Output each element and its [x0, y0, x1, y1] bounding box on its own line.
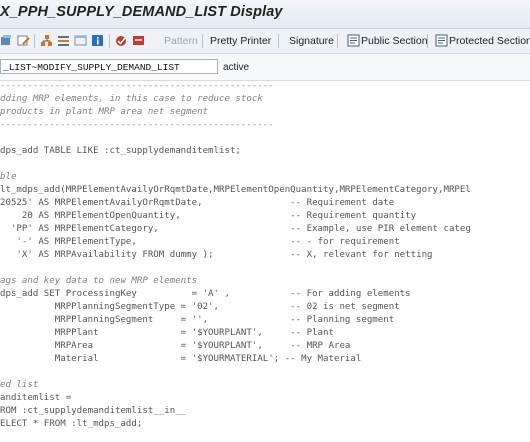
toolbar-separator	[34, 34, 35, 48]
code-line: MRPPlanningSegment = '', -- Planning seg…	[0, 315, 395, 325]
activation-status: active	[223, 62, 250, 73]
code-line: dding MRP elements, in this case to redu…	[0, 94, 263, 104]
protected-section-button[interactable]: Protected Section	[449, 31, 530, 50]
info-icon[interactable]	[91, 34, 104, 47]
object-header: _LIST~MODIFY_SUPPLY_DEMAND_LIST active	[0, 54, 530, 81]
code-line: 20525' AS MRPElementAvailyOrRqmtDate, --…	[0, 198, 395, 208]
title-bar: X_PPH_SUPPLY_DEMAND_LIST Display	[0, 0, 530, 29]
toolbar-separator	[109, 34, 110, 48]
code-line: 20 AS MRPElementOpenQuantity, -- Require…	[0, 211, 417, 221]
code-line: ble	[0, 172, 17, 182]
toolbar-separator	[278, 34, 279, 48]
code-editor[interactable]: ----------------------------------------…	[0, 81, 530, 442]
code-line: MRPArea = '$YOURPLANT', -- MRP Area	[0, 341, 351, 351]
toolbar-separator	[202, 34, 203, 48]
window-title: X_PPH_SUPPLY_DEMAND_LIST Display	[0, 4, 283, 20]
pattern-button[interactable]: Pattern	[164, 31, 198, 50]
protected-section-icon	[435, 34, 448, 47]
code-line: ed list	[0, 380, 39, 390]
code-line: dps_add SET ProcessingKey = 'A' , -- For…	[0, 289, 411, 299]
toolbar-separator	[427, 34, 428, 48]
code-line: products in plant MRP area net segment	[0, 107, 209, 117]
signature-button[interactable]: Signature	[289, 31, 334, 50]
code-line: Material = '$YOURMATERIAL'; -- My Materi…	[0, 354, 362, 364]
public-section-button[interactable]: Public Section	[361, 31, 428, 50]
code-line: MRPPlant = '$YOURPLANT', -- Plant	[0, 328, 334, 338]
where-used-icon[interactable]	[57, 34, 70, 47]
activate-icon[interactable]	[132, 34, 145, 47]
code-line: '-' AS MRPElementType, -- - for requirem…	[0, 237, 400, 247]
code-line: lt_mdps_add(MRPElementAvailyOrRqmtDate,M…	[0, 185, 471, 195]
hierarchy-icon[interactable]	[40, 34, 53, 47]
code-line: 'X' AS MRPAvailability FROM dummy ); -- …	[0, 250, 433, 260]
code-line: MRPPlanningSegmentType = '02', -- 02 is …	[0, 302, 400, 312]
public-section-icon	[347, 34, 360, 47]
display-change-icon[interactable]	[17, 34, 30, 47]
code-line: anditemlist =	[0, 393, 72, 403]
code-line: ROM :ct_supplydemanditemlist__in__	[0, 406, 187, 416]
other-object-icon[interactable]	[0, 34, 13, 47]
code-line: ags and key data to new MRP elements	[0, 276, 198, 286]
window-icon[interactable]	[74, 34, 87, 47]
toolbar-separator	[337, 34, 338, 48]
application-toolbar: Pattern Pretty Printer Signature Public …	[0, 29, 530, 54]
code-line: ----------------------------------------…	[0, 81, 274, 91]
code-line: ----------------------------------------…	[0, 120, 274, 130]
pretty-printer-button[interactable]: Pretty Printer	[210, 31, 271, 50]
method-name-field[interactable]: _LIST~MODIFY_SUPPLY_DEMAND_LIST	[0, 59, 218, 74]
code-line: dps_add TABLE LIKE :ct_supplydemanditeml…	[0, 146, 241, 156]
code-line: ELECT * FROM :lt_mdps_add;	[0, 419, 143, 429]
check-syntax-icon[interactable]	[115, 34, 128, 47]
code-line: 'PP' AS MRPElementCategory, -- Example, …	[0, 224, 471, 234]
